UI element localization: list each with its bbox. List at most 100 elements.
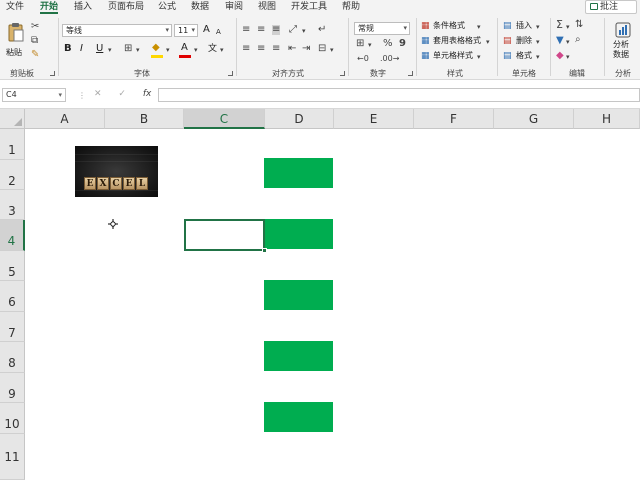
decrease-indent-icon[interactable]: ⇤ (288, 44, 296, 54)
font-launcher-icon[interactable] (228, 71, 233, 76)
align-right-icon[interactable]: ≡ (272, 44, 280, 54)
chevron-down-icon[interactable]: ▾ (566, 37, 570, 47)
cancel-icon[interactable]: ✕ (94, 89, 102, 99)
chevron-down-icon[interactable]: ▾ (368, 40, 372, 50)
tab-review[interactable]: 审阅 (225, 1, 243, 13)
decrease-decimal-icon[interactable]: .00→ (380, 54, 399, 64)
tab-help[interactable]: 帮助 (342, 1, 360, 13)
find-select-icon[interactable]: ⌕ (575, 35, 581, 45)
font-color-icon[interactable]: A (181, 43, 188, 53)
align-left-icon[interactable]: ≡ (242, 44, 250, 54)
chevron-down-icon[interactable]: ▾ (566, 52, 570, 62)
excel-picture[interactable]: EXCEL (75, 146, 158, 197)
percent-icon[interactable]: % (383, 39, 393, 49)
chevron-down-icon[interactable]: ▾ (566, 22, 570, 32)
chevron-down-icon[interactable]: ▾ (536, 37, 540, 47)
sort-filter-icon[interactable]: ⇅ (575, 20, 583, 30)
insert-button[interactable]: 插入 (516, 21, 532, 31)
chevron-down-icon[interactable]: ▾ (166, 45, 170, 55)
column-header-h[interactable]: H (574, 109, 640, 129)
row-header-8[interactable]: 8 (0, 342, 25, 373)
paste-button[interactable]: 粘贴 (5, 22, 27, 62)
clear-icon[interactable]: ◆ (556, 51, 564, 61)
row-header-9[interactable]: 9 (0, 373, 25, 403)
phonetic-icon[interactable]: 文 (208, 44, 217, 54)
active-cell-c4[interactable] (184, 219, 265, 251)
row-header-7[interactable]: 7 (0, 312, 25, 342)
row-header-1[interactable]: 1 (0, 129, 25, 160)
green-rectangle-3[interactable] (264, 280, 333, 310)
chevron-down-icon[interactable]: ▾ (302, 26, 306, 36)
cut-icon[interactable]: ✂ (31, 22, 39, 32)
font-size-select[interactable]: 11 ▾ (174, 24, 198, 37)
tab-developer[interactable]: 开发工具 (291, 1, 327, 13)
chevron-down-icon[interactable]: ▾ (486, 37, 490, 47)
conditional-formatting-button[interactable]: 条件格式 (433, 21, 465, 31)
row-header-11[interactable]: 11 (0, 434, 25, 480)
column-header-d[interactable]: D (265, 109, 334, 129)
tab-formulas[interactable]: 公式 (158, 1, 176, 13)
copy-icon[interactable]: ⧉ (31, 36, 38, 46)
alignment-launcher-icon[interactable] (340, 71, 345, 76)
orientation-icon[interactable]: ⤢ (289, 25, 297, 35)
format-painter-icon[interactable]: ✎ (31, 50, 39, 60)
increase-indent-icon[interactable]: ⇥ (302, 44, 310, 54)
column-header-b[interactable]: B (105, 109, 184, 129)
chevron-down-icon[interactable]: ▾ (220, 45, 224, 55)
clipboard-launcher-icon[interactable] (50, 71, 55, 76)
tab-file[interactable]: 文件 (6, 1, 24, 13)
wrap-text-icon[interactable]: ↵ (318, 25, 326, 35)
chevron-down-icon[interactable]: ▾ (477, 52, 481, 62)
name-box[interactable]: C4 ▾ (2, 88, 66, 102)
row-header-3[interactable]: 3 (0, 190, 25, 220)
row-header-10[interactable]: 10 (0, 403, 25, 434)
align-bottom-icon[interactable]: ≡ (272, 25, 281, 35)
green-rectangle-5[interactable] (264, 402, 333, 432)
fill-icon[interactable]: ▼ (556, 36, 564, 46)
select-all-button[interactable] (0, 109, 25, 129)
green-rectangle-4[interactable] (264, 341, 333, 371)
bold-button[interactable]: B (64, 44, 72, 54)
chevron-down-icon[interactable]: ▾ (536, 22, 540, 32)
cell-styles-button[interactable]: 单元格样式 (433, 51, 473, 61)
green-rectangle-1[interactable] (264, 158, 333, 188)
italic-button[interactable]: I (80, 44, 83, 54)
comments-button[interactable]: 批注 (585, 0, 637, 14)
chevron-down-icon[interactable]: ▾ (536, 52, 540, 62)
borders-icon[interactable]: ⊞ (124, 44, 132, 54)
worksheet-grid[interactable]: A B C D E F G H 1 2 3 4 5 6 7 8 9 10 11 … (0, 109, 640, 480)
format-button[interactable]: 格式 (516, 51, 532, 61)
chevron-down-icon[interactable]: ▾ (108, 45, 112, 55)
number-launcher-icon[interactable] (408, 71, 413, 76)
tab-insert[interactable]: 插入 (74, 1, 92, 13)
chevron-down-icon[interactable]: ▾ (136, 45, 140, 55)
analyze-data-button[interactable]: 分析 数据 (608, 20, 638, 64)
column-header-e[interactable]: E (334, 109, 414, 129)
merge-center-icon[interactable]: ⊟ (318, 44, 326, 54)
tab-view[interactable]: 视图 (258, 1, 276, 13)
underline-button[interactable]: U (96, 44, 103, 54)
chevron-down-icon[interactable]: ▾ (194, 45, 198, 55)
shrink-font-icon[interactable]: A (216, 27, 221, 37)
tab-page-layout[interactable]: 页面布局 (108, 1, 144, 13)
chevron-down-icon[interactable]: ▾ (477, 22, 481, 32)
number-format-select[interactable]: 常规 ▾ (354, 22, 410, 35)
increase-decimal-icon[interactable]: ←0 (357, 54, 369, 64)
grow-font-icon[interactable]: A (203, 25, 210, 35)
column-header-g[interactable]: G (494, 109, 574, 129)
column-header-a[interactable]: A (25, 109, 105, 129)
chevron-down-icon[interactable]: ▾ (330, 45, 334, 55)
row-header-6[interactable]: 6 (0, 281, 25, 312)
accounting-format-icon[interactable]: ⊞ (356, 39, 364, 49)
enter-icon[interactable]: ✓ (118, 89, 126, 99)
font-name-select[interactable]: 等线 ▾ (62, 24, 172, 37)
comma-style-icon[interactable]: 9 (399, 39, 406, 49)
tab-data[interactable]: 数据 (191, 1, 209, 13)
delete-button[interactable]: 删除 (516, 36, 532, 46)
row-header-5[interactable]: 5 (0, 251, 25, 281)
row-header-4[interactable]: 4 (0, 220, 25, 251)
autosum-icon[interactable]: Σ (556, 19, 563, 30)
column-header-f[interactable]: F (414, 109, 494, 129)
formula-input[interactable] (158, 88, 640, 102)
row-header-2[interactable]: 2 (0, 160, 25, 190)
